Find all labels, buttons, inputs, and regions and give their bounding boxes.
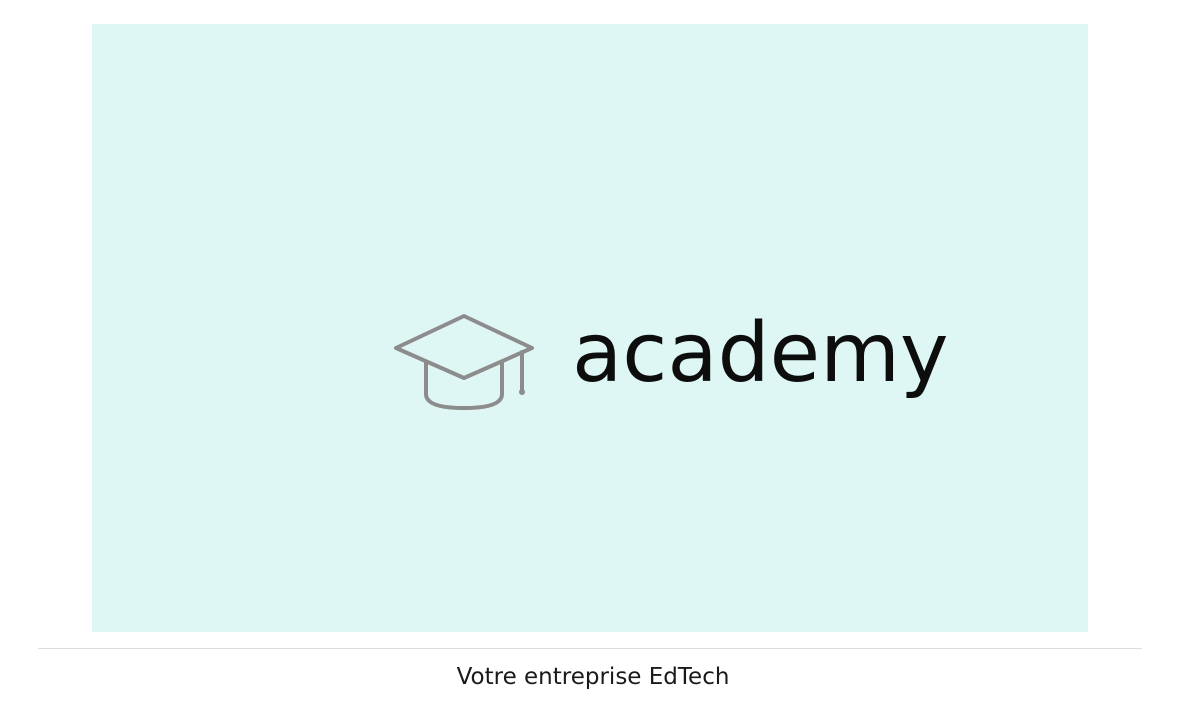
card-caption[interactable]: Votre entreprise EdTech xyxy=(0,664,1186,690)
academy-logo: academy xyxy=(392,312,949,414)
graduation-cap-icon xyxy=(394,314,534,410)
divider xyxy=(38,648,1142,649)
logo-wordmark: academy xyxy=(572,306,949,401)
card-image: academy xyxy=(92,24,1088,632)
